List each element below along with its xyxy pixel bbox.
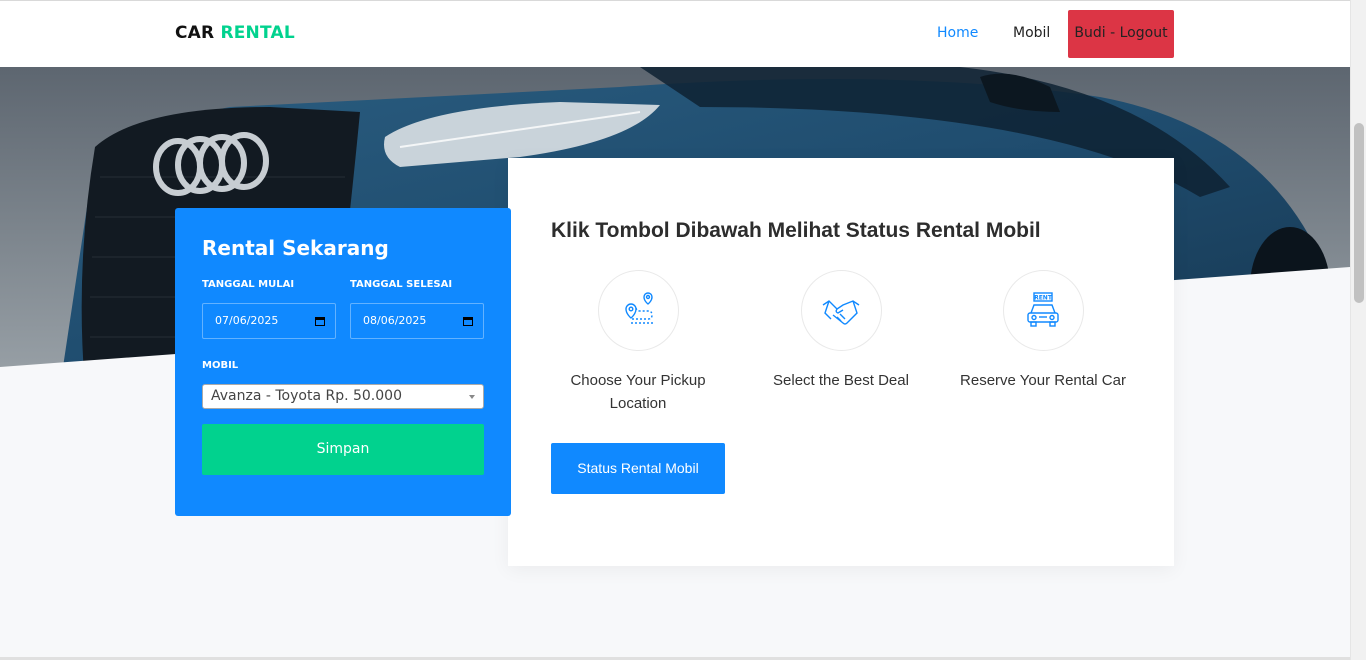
step-deal: Select the Best Deal [751, 270, 931, 392]
calendar-icon[interactable] [315, 316, 325, 326]
logout-button[interactable]: Budi - Logout [1068, 10, 1174, 58]
scrollbar-thumb[interactable] [1354, 123, 1364, 303]
handshake-icon [800, 270, 882, 351]
svg-text:RENT: RENT [1034, 294, 1053, 301]
car-label: MOBIL [202, 360, 239, 371]
step-label: Select the Best Deal [773, 372, 909, 389]
scrollbar[interactable] [1350, 0, 1366, 660]
step-reserve: RENT Reserve Your Rental Car [953, 270, 1133, 392]
status-rental-button[interactable]: Status Rental Mobil [551, 443, 725, 494]
nav-link-home[interactable]: Home [937, 25, 978, 41]
rent-car-icon: RENT [1002, 270, 1084, 351]
map-pin-route-icon [597, 270, 679, 351]
brand-logo[interactable]: CAR RENTAL [175, 23, 295, 43]
step-label: Choose Your Pickup Location [570, 372, 706, 412]
info-title: Klik Tombol Dibawah Melihat Status Renta… [551, 219, 1041, 242]
nav-link-mobil[interactable]: Mobil [1013, 25, 1050, 41]
calendar-icon[interactable] [463, 316, 473, 326]
step-pickup: Choose Your Pickup Location [548, 270, 728, 415]
start-date-label: TANGGAL MULAI [202, 279, 295, 290]
end-date-value: 08/06/2025 [363, 314, 427, 327]
brand-primary: CAR [175, 23, 215, 43]
save-button[interactable]: Simpan [202, 424, 484, 475]
end-date-input[interactable]: 08/06/2025 [350, 303, 484, 339]
car-select[interactable]: Avanza - Toyota Rp. 50.000 [202, 384, 484, 409]
chevron-down-icon [469, 395, 475, 399]
car-selected-value: Avanza - Toyota Rp. 50.000 [211, 388, 402, 404]
navbar: CAR RENTAL Home Mobil Budi - Logout [0, 0, 1350, 67]
start-date-input[interactable]: 07/06/2025 [202, 303, 336, 339]
rental-form: Rental Sekarang TANGGAL MULAI 07/06/2025… [175, 208, 511, 516]
end-date-label: TANGGAL SELESAI [350, 279, 453, 290]
step-label: Reserve Your Rental Car [960, 372, 1126, 389]
start-date-value: 07/06/2025 [215, 314, 279, 327]
form-title: Rental Sekarang [202, 236, 389, 260]
brand-accent: RENTAL [220, 23, 295, 43]
info-card: Klik Tombol Dibawah Melihat Status Renta… [508, 158, 1174, 566]
